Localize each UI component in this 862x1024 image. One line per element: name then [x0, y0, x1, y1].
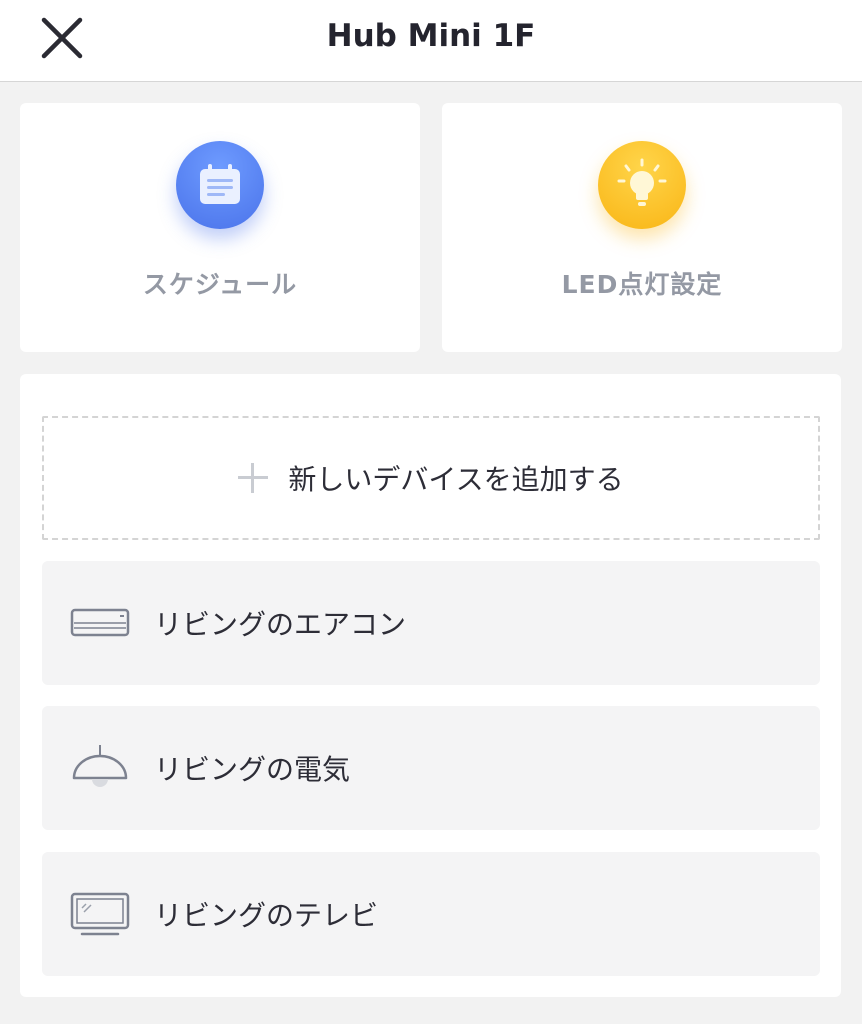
schedule-card[interactable]: スケジュール [20, 103, 420, 352]
air-conditioner-icon [70, 599, 130, 647]
calendar-icon [176, 141, 264, 229]
plus-icon [238, 463, 269, 493]
add-device-label: 新しいデバイスを追加する [288, 463, 624, 496]
device-row-light[interactable]: リビングの電気 [42, 706, 820, 830]
device-row-tv[interactable]: リビングのテレビ [42, 852, 820, 976]
device-name: リビングのテレビ [154, 899, 379, 932]
schedule-label: スケジュール [142, 270, 298, 299]
page-title: Hub Mini 1F [326, 18, 536, 54]
ceiling-light-icon [70, 744, 130, 792]
top-bar: Hub Mini 1F [0, 0, 862, 82]
add-device-button[interactable]: 新しいデバイスを追加する [42, 416, 820, 540]
lightbulb-icon [598, 141, 686, 229]
led-settings-card[interactable]: LED点灯設定 [442, 103, 842, 352]
device-name: リビングのエアコン [154, 608, 407, 641]
device-name: リビングの電気 [154, 753, 351, 786]
device-row-aircon[interactable]: リビングのエアコン [42, 561, 820, 685]
tv-icon [70, 890, 130, 938]
device-list: 新しいデバイスを追加する リビングのエアコン リビングの電気 リビングのテレビ [20, 374, 841, 997]
led-settings-label: LED点灯設定 [561, 270, 723, 299]
